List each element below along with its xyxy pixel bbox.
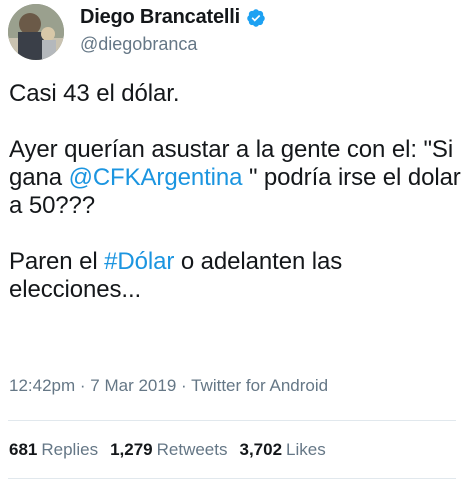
tweet-text: Casi 43 el dólar. Ayer querían asustar a… <box>9 80 461 304</box>
user-handle[interactable]: @diegobranca <box>80 34 197 55</box>
verified-badge-icon <box>247 8 265 27</box>
replies-count: 681 <box>9 440 38 459</box>
retweets-stat[interactable]: 1,279 Retweets <box>110 440 227 460</box>
likes-count: 3,702 <box>239 440 283 459</box>
tweet-client: Twitter for Android <box>191 376 329 395</box>
retweets-count: 1,279 <box>110 440 153 459</box>
likes-label: Likes <box>286 440 326 459</box>
display-name[interactable]: Diego Brancatelli <box>80 6 240 29</box>
tweet-date[interactable]: 7 Mar 2019 <box>90 376 176 395</box>
avatar[interactable] <box>8 4 64 60</box>
mention-link[interactable]: @CFKArgentina <box>69 164 243 191</box>
divider <box>8 478 456 479</box>
meta-separator: · <box>75 376 91 395</box>
meta-separator: · <box>176 376 192 395</box>
tweet-line-2: Ayer querían asustar a la gente con el: … <box>9 136 461 220</box>
tweet-line-3: Paren el #Dólar o adelanten las eleccion… <box>9 248 461 304</box>
tweet-time[interactable]: 12:42pm <box>9 376 75 395</box>
avatar-image <box>8 4 64 60</box>
tweet-line-1: Casi 43 el dólar. <box>9 80 180 107</box>
tweet-card: Diego Brancatelli @diegobranca Casi 43 e… <box>0 0 464 482</box>
retweets-label: Retweets <box>156 440 228 459</box>
replies-stat[interactable]: 681 Replies <box>9 440 98 460</box>
replies-label: Replies <box>41 440 99 459</box>
name-row: Diego Brancatelli <box>80 6 266 29</box>
divider <box>8 420 456 421</box>
tweet-stats: 681 Replies 1,279 Retweets 3,702 Likes <box>9 440 338 460</box>
hashtag-link[interactable]: #Dólar <box>104 248 174 275</box>
tweet-text-segment: Paren el <box>9 248 105 275</box>
likes-stat[interactable]: 3,702 Likes <box>240 440 326 460</box>
tweet-metadata: 12:42pm · 7 Mar 2019 · Twitter for Andro… <box>9 376 328 396</box>
